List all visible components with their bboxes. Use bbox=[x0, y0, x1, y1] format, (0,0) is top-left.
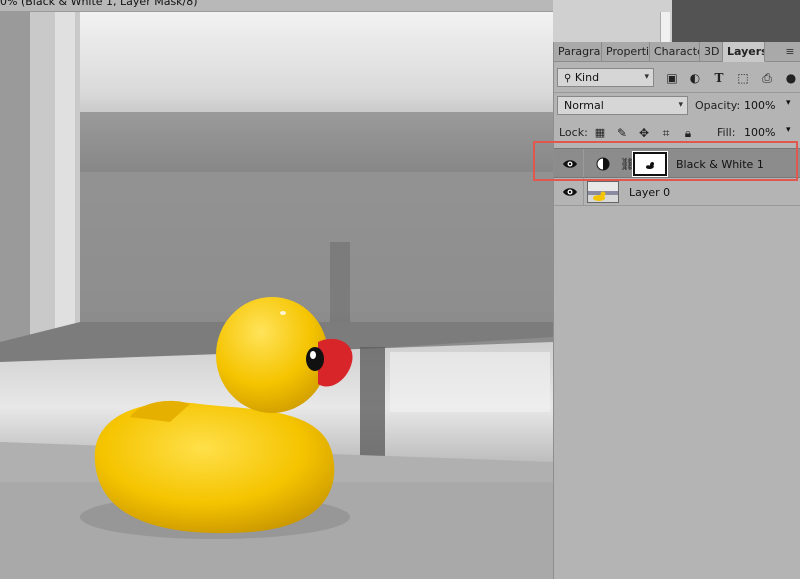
adjustment-filter-icon[interactable]: ◐ bbox=[687, 70, 703, 86]
layer-row-layer-0[interactable]: Layer 0 bbox=[554, 178, 800, 206]
eye-icon[interactable] bbox=[562, 184, 578, 200]
fill-input[interactable]: 100% bbox=[744, 126, 775, 139]
opacity-input[interactable]: 100% bbox=[744, 99, 775, 112]
tab-label: Layers bbox=[727, 45, 765, 58]
workspace-background bbox=[672, 0, 800, 42]
adjustment-layer-icon bbox=[596, 157, 610, 171]
tab-label: Properti bbox=[606, 45, 650, 58]
blend-row: Normal ▾ Opacity: 100% ▾ bbox=[554, 95, 800, 117]
panel-menu-icon[interactable]: ≡ bbox=[783, 45, 797, 59]
tab-layers[interactable]: Layers bbox=[723, 42, 765, 62]
fill-label: Fill: bbox=[717, 126, 736, 139]
lock-position-icon[interactable]: ✥ bbox=[636, 125, 652, 141]
layer-thumbnail[interactable] bbox=[587, 181, 619, 203]
vertical-scrollbar[interactable] bbox=[660, 12, 670, 42]
blend-mode-dropdown[interactable]: Normal ▾ bbox=[557, 96, 688, 115]
divider bbox=[583, 149, 584, 177]
lock-transparency-icon[interactable]: ▦ bbox=[592, 125, 608, 141]
filter-row: ⚲ Kind ▾ ▣ ◐ T ⬚ ⎙ ● bbox=[554, 67, 800, 89]
filter-kind-dropdown[interactable]: ⚲ Kind ▾ bbox=[557, 68, 654, 87]
search-icon: ⚲ bbox=[564, 73, 572, 84]
layer-row-black-white-1[interactable]: ⛓︎ Black & White 1 bbox=[554, 148, 800, 178]
tab-3d[interactable]: 3D bbox=[700, 42, 723, 62]
eye-icon[interactable] bbox=[562, 156, 578, 172]
tab-properties[interactable]: Properti bbox=[602, 42, 650, 62]
photo-thumbnail-icon bbox=[588, 182, 618, 202]
link-icon[interactable]: ⛓︎ bbox=[620, 155, 635, 173]
divider bbox=[583, 178, 584, 205]
type-filter-icon[interactable]: T bbox=[711, 70, 727, 86]
tab-label: 3D bbox=[704, 45, 720, 58]
filter-toggle-icon[interactable]: ● bbox=[783, 70, 799, 86]
layers-panel: Paragra Properti Characte 3D Layers ≡ ⚲ … bbox=[553, 42, 800, 579]
blend-mode-value: Normal bbox=[564, 99, 604, 112]
chevron-down-icon: ▾ bbox=[678, 100, 683, 110]
lock-label: Lock: bbox=[559, 126, 588, 139]
tab-label: Characte bbox=[654, 45, 700, 58]
layer-mask-thumbnail[interactable] bbox=[632, 151, 668, 177]
lock-artboard-icon[interactable]: ⌗ bbox=[658, 125, 674, 141]
chevron-down-icon[interactable]: ▾ bbox=[786, 98, 791, 108]
opacity-label: Opacity: bbox=[695, 99, 741, 112]
tab-paragraph[interactable]: Paragra bbox=[554, 42, 602, 62]
layer-name[interactable]: Layer 0 bbox=[629, 186, 670, 199]
divider bbox=[554, 92, 800, 93]
shape-filter-icon[interactable]: ⬚ bbox=[735, 70, 751, 86]
filter-kind-label: Kind bbox=[574, 71, 600, 84]
tab-character[interactable]: Characte bbox=[650, 42, 700, 62]
document-tab-title: 0% (Black & White 1, Layer Mask/8) bbox=[0, 0, 198, 8]
image-filter-icon[interactable]: ▣ bbox=[664, 70, 680, 86]
chevron-down-icon[interactable]: ▾ bbox=[786, 125, 791, 135]
smart-object-filter-icon[interactable]: ⎙ bbox=[759, 70, 775, 86]
canvas-image bbox=[0, 12, 553, 579]
lock-pixels-icon[interactable]: ✎ bbox=[614, 125, 630, 141]
panel-tabs: Paragra Properti Characte 3D Layers ≡ bbox=[554, 42, 800, 62]
tab-label: Paragra bbox=[558, 45, 601, 58]
lock-row: Lock: ▦ ✎ ✥ ⌗ 🔒︎ Fill: 100% ▾ bbox=[554, 122, 800, 144]
chevron-down-icon: ▾ bbox=[644, 72, 649, 82]
canvas-top-strip bbox=[553, 0, 672, 42]
layer-name[interactable]: Black & White 1 bbox=[676, 158, 764, 171]
canvas[interactable] bbox=[0, 12, 553, 579]
lock-all-icon[interactable]: 🔒︎ bbox=[680, 125, 696, 141]
duck-silhouette-icon bbox=[646, 162, 655, 169]
